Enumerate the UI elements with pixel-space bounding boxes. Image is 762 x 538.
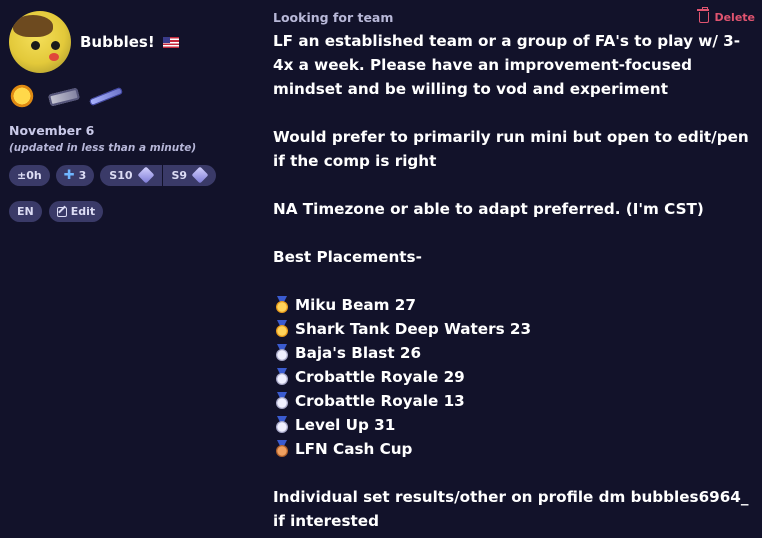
badge-list <box>9 83 124 111</box>
diamond-rank-icon <box>136 168 156 184</box>
placement-text: Crobattle Royale 13 <box>295 392 465 410</box>
edit-label: Edit <box>70 205 96 218</box>
plus-icon: ✚ <box>63 168 75 183</box>
placement-text: Crobattle Royale 29 <box>295 368 465 386</box>
blaster-badge-icon <box>47 83 81 111</box>
post-footer: Individual set results/other on profile … <box>273 488 749 530</box>
trash-icon <box>697 7 710 23</box>
list-item: Baja's Blast 26 <box>273 341 755 365</box>
charger-badge-icon <box>88 83 124 111</box>
post-intro: LF an established team or a group of FA'… <box>273 32 741 98</box>
silver-medal-icon <box>273 368 291 386</box>
timezone-chip: ±0h <box>9 165 50 186</box>
username[interactable]: Bubbles! <box>80 33 155 51</box>
edit-button[interactable]: Edit <box>48 201 104 222</box>
updated-time: (updated in less than a minute) <box>9 142 197 154</box>
gold-medal-icon <box>273 320 291 338</box>
list-item: Crobattle Royale 13 <box>273 389 755 413</box>
list-item: Crobattle Royale 29 <box>273 365 755 389</box>
edit-icon <box>56 206 67 217</box>
season-label: S9 <box>171 169 188 182</box>
placement-text: LFN Cash Cup <box>295 440 413 458</box>
list-item: Miku Beam 27 <box>273 293 755 317</box>
silver-medal-icon <box>273 344 291 362</box>
post-body: LF an established team or a group of FA'… <box>273 29 755 533</box>
language-label: EN <box>17 205 34 218</box>
list-item: Level Up 31 <box>273 413 755 437</box>
silver-medal-icon <box>273 392 291 410</box>
sun-badge-icon <box>9 83 39 111</box>
placement-text: Baja's Blast 26 <box>295 344 422 362</box>
placements-list: Miku Beam 27 Shark Tank Deep Waters 23 B… <box>273 293 755 461</box>
list-item: LFN Cash Cup <box>273 437 755 461</box>
post-type: Looking for team <box>273 10 394 25</box>
avatar[interactable] <box>9 11 71 73</box>
stat-chips: ±0h ✚ 3 S10 S9 <box>9 165 217 186</box>
language-chip: EN <box>9 201 42 222</box>
plus-chip: ✚ 3 <box>55 165 95 186</box>
delete-label: Delete <box>714 11 755 24</box>
action-chips: EN Edit <box>9 201 104 222</box>
silver-medal-icon <box>273 416 291 434</box>
delete-button[interactable]: Delete <box>697 7 755 24</box>
season-rank-s10: S10 <box>100 165 162 186</box>
timezone-label: ±0h <box>17 169 42 182</box>
diamond-rank-icon <box>190 168 210 184</box>
gold-medal-icon <box>273 296 291 314</box>
post-weapons: Would prefer to primarily run mini but o… <box>273 128 749 170</box>
post-timezone: NA Timezone or able to adapt preferred. … <box>273 200 704 218</box>
us-flag-icon <box>162 36 179 48</box>
placement-text: Level Up 31 <box>295 416 396 434</box>
username-row: Bubbles! <box>80 33 179 51</box>
plus-count: 3 <box>78 169 87 182</box>
season-label: S10 <box>109 169 133 182</box>
placement-text: Shark Tank Deep Waters 23 <box>295 320 532 338</box>
post-date: November 6 <box>9 123 95 138</box>
season-ranks: S10 S9 <box>100 165 217 186</box>
bronze-medal-icon <box>273 440 291 458</box>
placements-header: Best Placements- <box>273 248 422 266</box>
list-item: Shark Tank Deep Waters 23 <box>273 317 755 341</box>
season-rank-s9: S9 <box>161 165 217 186</box>
post-content: Looking for team Delete LF an establishe… <box>273 7 755 533</box>
placement-text: Miku Beam 27 <box>295 296 416 314</box>
